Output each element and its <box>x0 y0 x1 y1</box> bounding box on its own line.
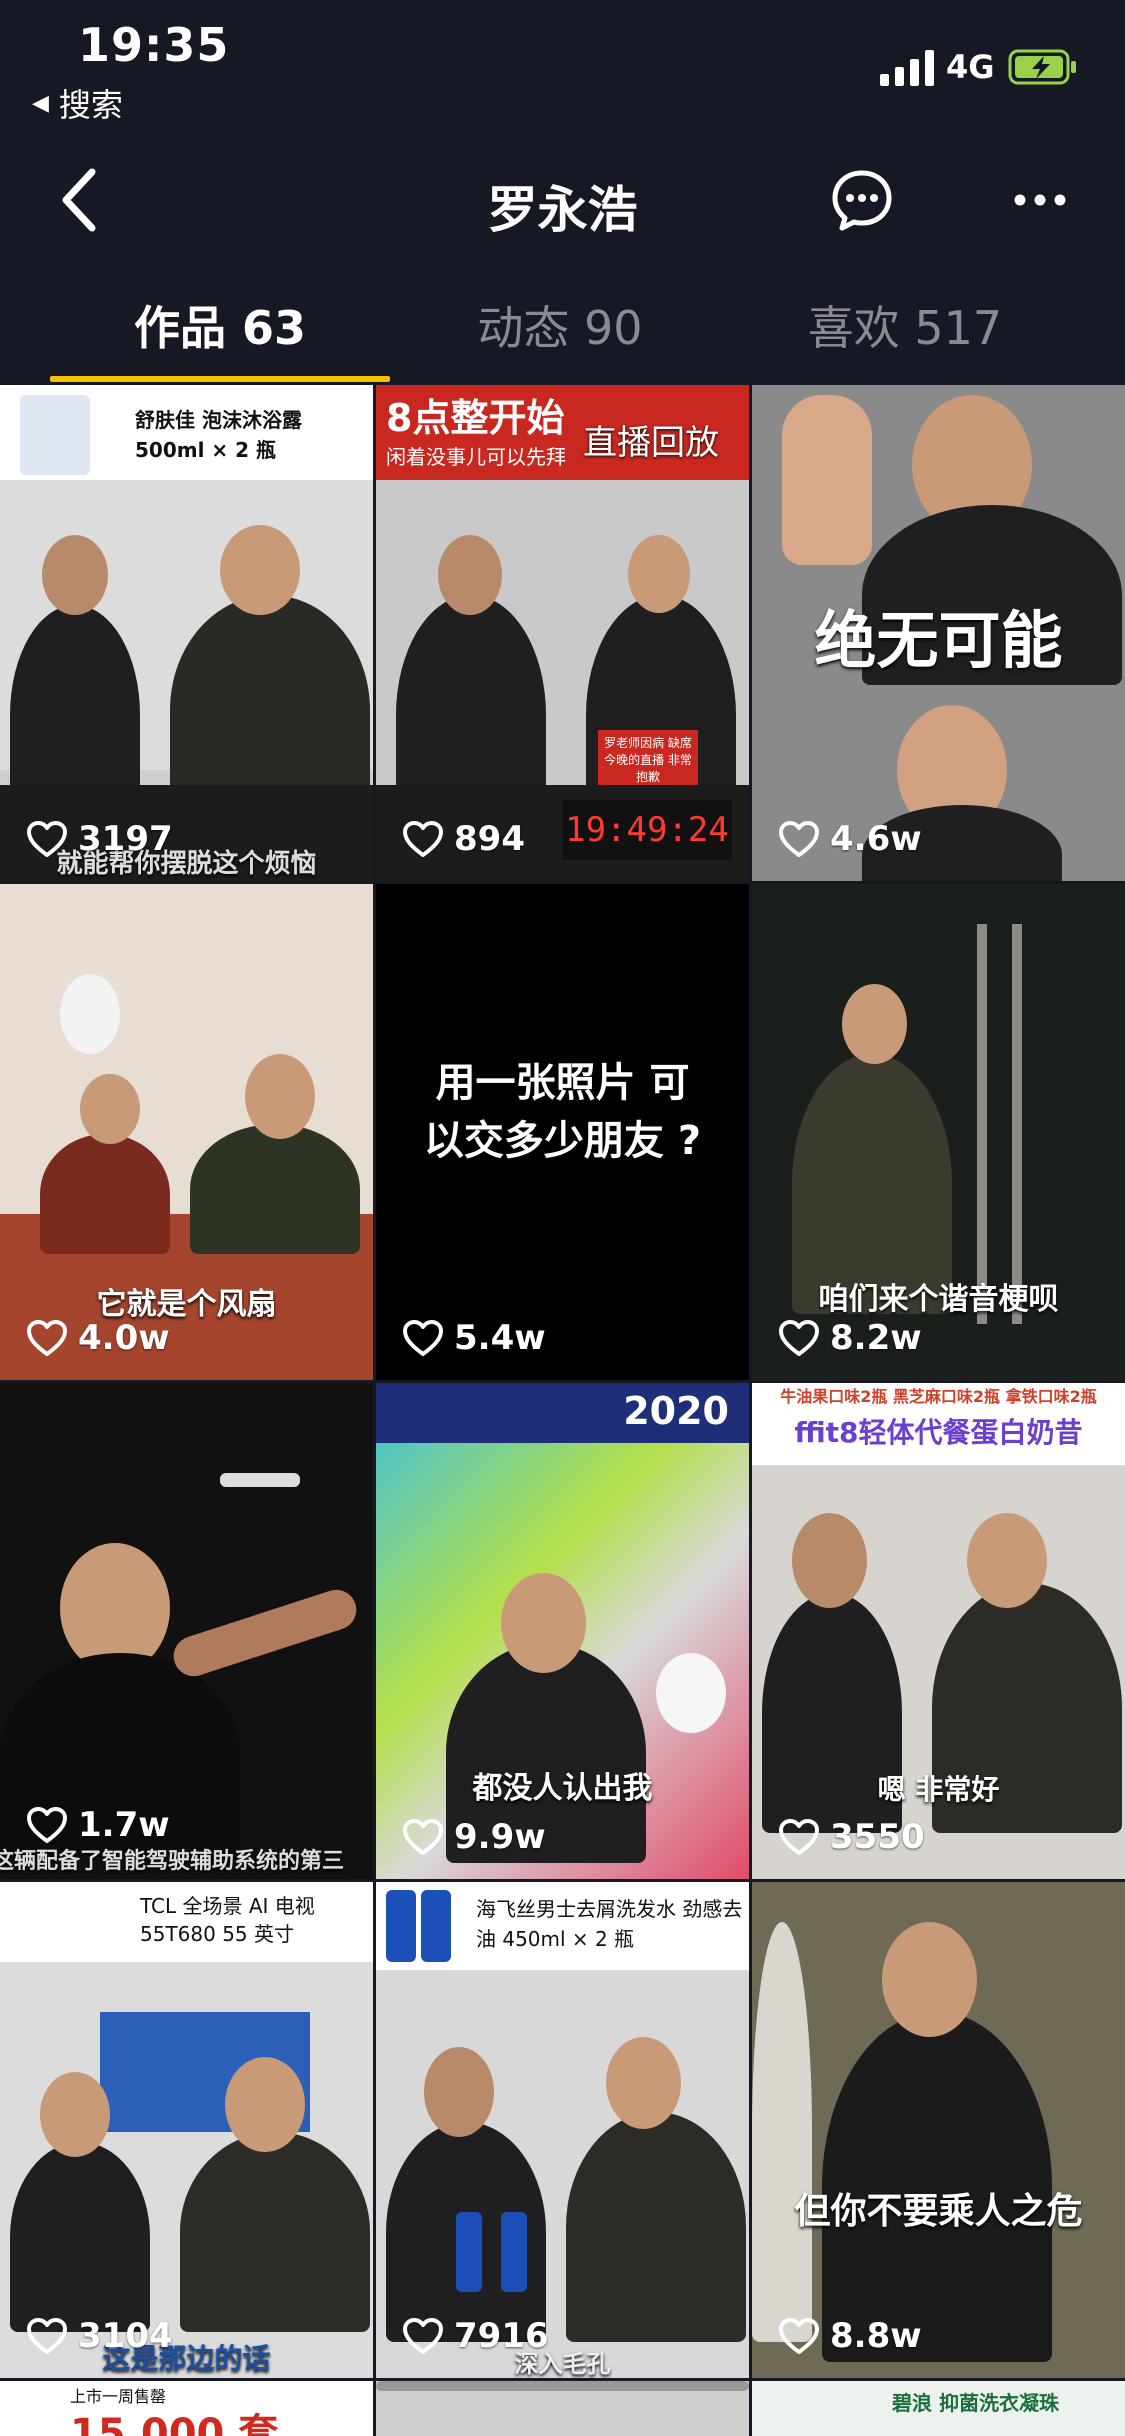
like-count: 4.0w <box>26 1318 170 1358</box>
video-caption: 咱们来个谐音梗呗 <box>818 1282 1059 1317</box>
like-count-value: 5.4w <box>454 1318 546 1358</box>
video-thumbnail[interactable]: 它就是个风扇 4.0w <box>0 884 373 1380</box>
banner-text: 8点整开始 <box>386 396 565 440</box>
like-count-value: 3550 <box>830 1817 925 1857</box>
tab-posts[interactable]: 动态 90 <box>390 292 730 358</box>
like-count: 5.4w <box>402 1318 546 1358</box>
like-count: 3197 <box>26 819 173 859</box>
like-count-value: 4.6w <box>830 819 922 859</box>
like-count-value: 4.0w <box>78 1318 170 1358</box>
like-count-value: 8.2w <box>830 1318 922 1358</box>
navigation-bar: 罗永浩 <box>0 140 1125 260</box>
like-count: 3104 <box>26 2316 173 2356</box>
page-title: 罗永浩 <box>487 181 638 239</box>
banner-text: 舒肤佳 泡沫沐浴露 500ml × 2 瓶 <box>135 408 302 462</box>
heart-outline-icon <box>27 2318 67 2354</box>
battery-charging-icon <box>1008 49 1076 85</box>
profile-tabs: 作品 63 动态 90 喜欢 517 <box>0 262 1125 382</box>
heart-outline-icon <box>403 2318 443 2354</box>
video-thumbnail[interactable]: TCL 全场景 AI 电视 55T680 55 英寸 这是那边的话 3104 <box>0 1882 373 2378</box>
video-caption: 它就是个风扇 <box>96 1287 277 1322</box>
like-count-value: 9.9w <box>454 1817 546 1857</box>
heart-outline-icon <box>403 821 443 857</box>
heart-outline-icon <box>779 1320 819 1356</box>
video-thumbnail[interactable]: 用一张照片 可以交多少朋友 ? 5.4w <box>376 884 749 1380</box>
heart-outline-icon <box>27 1807 67 1843</box>
like-count: 8.2w <box>778 1318 922 1358</box>
video-thumbnail[interactable]: 8点整开始 闲着没事儿可以先拜 直播回放 罗老师因病 缺席今晚的直播 非常抱歉 … <box>376 385 749 881</box>
like-count-value: 7916 <box>454 2316 549 2356</box>
like-count: 8.8w <box>778 2316 922 2356</box>
message-bubble-icon[interactable] <box>830 168 894 232</box>
video-thumbnail-partial[interactable]: 碧浪 抑菌洗衣凝珠 <box>752 2381 1125 2436</box>
video-thumbnail-partial[interactable] <box>376 2381 749 2436</box>
video-caption: 这辆配备了智能驾驶辅助系统的第三 <box>0 1849 345 1874</box>
event-banner: 2020 <box>376 1383 749 1443</box>
like-count: 9.9w <box>402 1817 546 1857</box>
video-caption: 嗯 非常好 <box>877 1773 1000 1806</box>
active-tab-indicator <box>50 376 390 382</box>
video-thumbnail[interactable]: 咱们来个谐音梗呗 8.2w <box>752 884 1125 1380</box>
banner-text: 碧浪 抑菌洗衣凝珠 <box>892 2391 1059 2415</box>
heart-outline-icon <box>27 821 67 857</box>
video-thumbnail[interactable]: 牛油果口味2瓶 黑芝麻口味2瓶 拿铁口味2瓶 ffit8轻体代餐蛋白奶昔 嗯 非… <box>752 1383 1125 1879</box>
product-banner: 海飞丝男士去屑洗发水 劲感去油 450ml × 2 瓶 <box>376 1882 749 1970</box>
signal-strength-icon <box>880 50 934 86</box>
video-caption: 但你不要乘人之危 <box>794 2191 1083 2232</box>
like-count: 4.6w <box>778 819 922 859</box>
video-thumbnail[interactable]: 绝无可能 4.6w <box>752 385 1125 881</box>
product-banner: 舒肤佳 泡沫沐浴露 500ml × 2 瓶 <box>0 385 373 480</box>
network-type: 4G <box>946 48 995 86</box>
video-caption: 用一张照片 可以交多少朋友 ? <box>423 1060 702 1164</box>
like-count-value: 8.8w <box>830 2316 922 2356</box>
back-triangle-icon: ◀ <box>32 90 49 116</box>
like-count-value: 3104 <box>78 2316 173 2356</box>
status-time: 19:35 <box>78 18 230 72</box>
heart-outline-icon <box>779 821 819 857</box>
banner-text: TCL 全场景 AI 电视 55T680 55 英寸 <box>140 1894 315 1946</box>
like-count-value: 894 <box>454 819 525 859</box>
video-thumbnail[interactable]: 2020 都没人认出我 9.9w <box>376 1383 749 1879</box>
product-banner: 牛油果口味2瓶 黑芝麻口味2瓶 拿铁口味2瓶 ffit8轻体代餐蛋白奶昔 <box>752 1383 1125 1465</box>
heart-outline-icon <box>403 1819 443 1855</box>
like-count: 3550 <box>778 1817 925 1857</box>
status-bar: 19:35 ◀ 搜索 4G <box>0 0 1125 140</box>
banner-text: 2020 <box>623 1389 729 1433</box>
product-banner: TCL 全场景 AI 电视 55T680 55 英寸 <box>0 1882 373 1962</box>
video-caption: 都没人认出我 <box>472 1771 653 1806</box>
banner-subtitle: 牛油果口味2瓶 黑芝麻口味2瓶 拿铁口味2瓶 <box>780 1387 1097 1406</box>
banner-text: ffit8轻体代餐蛋白奶昔 <box>794 1416 1083 1449</box>
video-thumbnail[interactable]: 这辆配备了智能驾驶辅助系统的第三 1.7w <box>0 1383 373 1879</box>
like-count: 894 <box>402 819 525 859</box>
video-thumbnail[interactable]: 海飞丝男士去屑洗发水 劲感去油 450ml × 2 瓶 深入毛孔 7916 <box>376 1882 749 2378</box>
like-count-value: 3197 <box>78 819 173 859</box>
banner-number: 15,000 套 <box>70 2411 279 2436</box>
video-caption: 绝无可能 <box>814 604 1063 677</box>
replay-badge: 直播回放 <box>583 423 719 463</box>
heart-outline-icon <box>27 1320 67 1356</box>
banner-text: 海飞丝男士去屑洗发水 劲感去油 450ml × 2 瓶 <box>476 1897 743 1951</box>
digital-clock: 19:49:24 <box>562 800 732 860</box>
video-thumbnail[interactable]: 但你不要乘人之危 8.8w <box>752 1882 1125 2378</box>
heart-outline-icon <box>779 1819 819 1855</box>
banner-subtitle: 闲着没事儿可以先拜 <box>386 445 566 469</box>
heart-outline-icon <box>403 1320 443 1356</box>
video-thumbnail-partial[interactable]: 上市一周售罄 15,000 套 <box>0 2381 373 2436</box>
more-dots-icon[interactable] <box>1010 170 1070 230</box>
like-count: 7916 <box>402 2316 549 2356</box>
back-to-app-link[interactable]: ◀ 搜索 <box>32 80 123 126</box>
tab-works[interactable]: 作品 63 <box>50 292 390 358</box>
like-count-value: 1.7w <box>78 1805 170 1845</box>
back-app-label: 搜索 <box>58 86 123 124</box>
tab-likes[interactable]: 喜欢 517 <box>735 292 1075 358</box>
like-count: 1.7w <box>26 1805 170 1845</box>
heart-outline-icon <box>779 2318 819 2354</box>
video-thumbnail[interactable]: 舒肤佳 泡沫沐浴露 500ml × 2 瓶 就能帮你摆脱这个烦恼 3197 <box>0 385 373 881</box>
